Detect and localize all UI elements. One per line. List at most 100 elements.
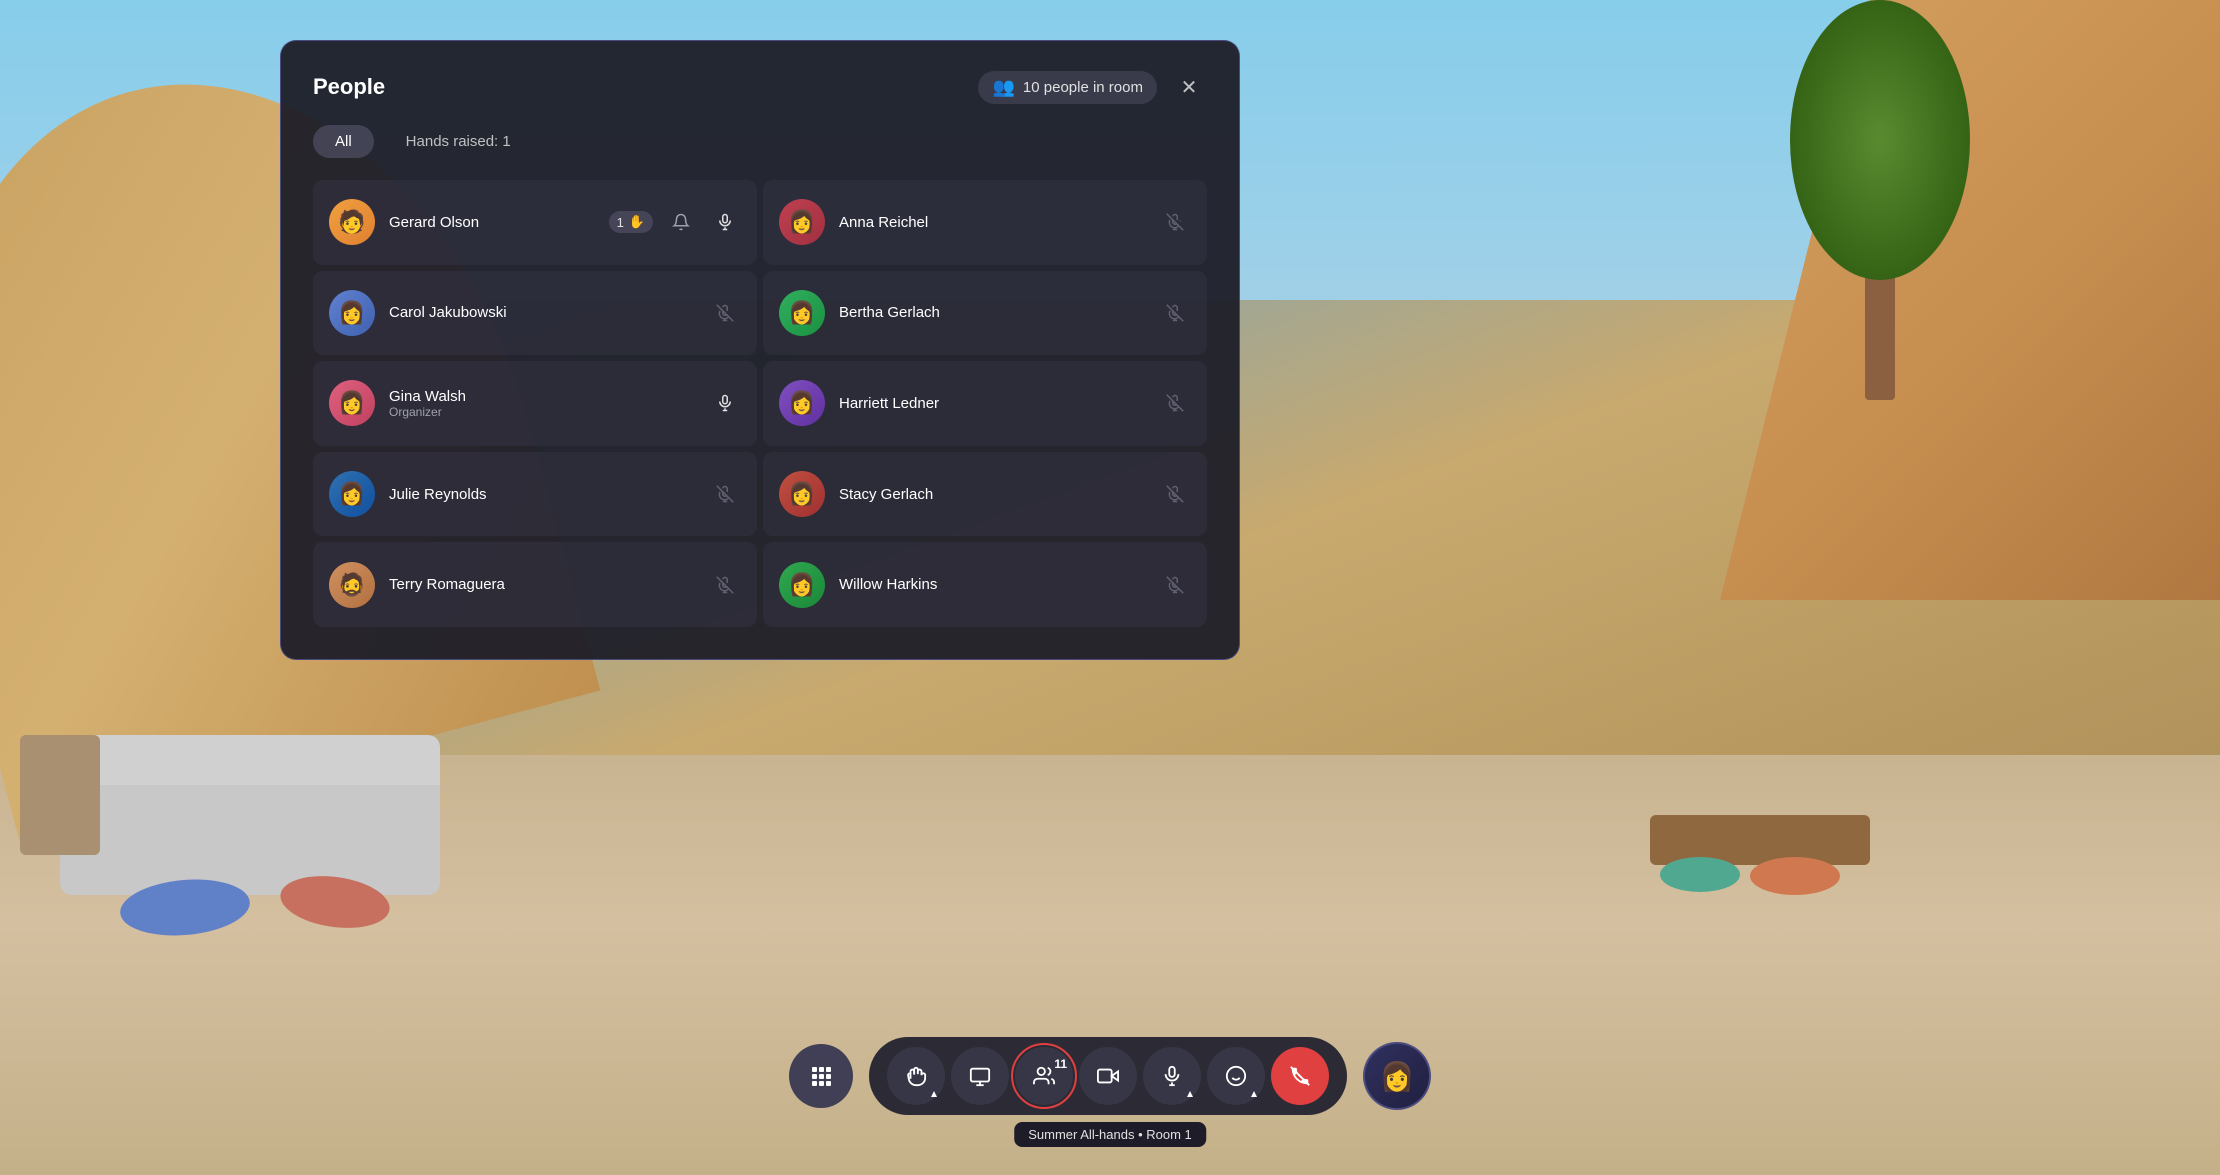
avatar-willow-face: 👩 xyxy=(788,572,815,598)
mic-icon-gerard xyxy=(709,206,741,238)
bg-tree xyxy=(1780,0,1980,400)
avatar-julie-face: 👩 xyxy=(338,481,365,507)
mic-icon-gina xyxy=(709,387,741,419)
person-name-harriett: Harriett Ledner xyxy=(839,395,1145,412)
camera-button[interactable] xyxy=(1079,1047,1137,1105)
person-actions-stacy xyxy=(1159,478,1191,510)
person-row-willow: 👩 Willow Harkins xyxy=(763,542,1207,627)
self-avatar[interactable]: 👩 xyxy=(1363,1042,1431,1110)
reactions-button[interactable] xyxy=(1207,1047,1265,1105)
person-name-anna: Anna Reichel xyxy=(839,214,1145,231)
person-info-julie: Julie Reynolds xyxy=(389,486,695,503)
avatar-terry-face: 🧔 xyxy=(338,572,365,598)
self-avatar-face: 👩 xyxy=(1380,1060,1415,1093)
bg-cushions-right xyxy=(1660,857,1840,895)
person-actions-gina xyxy=(709,387,741,419)
avatar-carol: 👩 xyxy=(329,290,375,336)
person-info-gerard: Gerard Olson xyxy=(389,214,595,231)
person-row-bertha: 👩 Bertha Gerlach xyxy=(763,271,1207,356)
person-actions-carol xyxy=(709,297,741,329)
person-row-harriett: 👩 Harriett Ledner xyxy=(763,361,1207,446)
person-row-stacy: 👩 Stacy Gerlach xyxy=(763,452,1207,537)
person-name-gina: Gina Walsh xyxy=(389,388,695,405)
person-actions-terry xyxy=(709,569,741,601)
avatar-anna-face: 👩 xyxy=(788,209,815,235)
people-count-badge: 👥 10 people in room xyxy=(978,71,1157,104)
panel-header: People 👥 10 people in room ✕ xyxy=(313,69,1207,105)
person-row-anna: 👩 Anna Reichel xyxy=(763,180,1207,265)
person-role-gina: Organizer xyxy=(389,405,695,419)
person-name-bertha: Bertha Gerlach xyxy=(839,304,1145,321)
person-info-willow: Willow Harkins xyxy=(839,576,1145,593)
mic-off-icon-terry xyxy=(709,569,741,601)
mic-off-icon-anna xyxy=(1159,206,1191,238)
avatar-carol-face: 👩 xyxy=(338,300,365,326)
people-grid: 🧑 Gerard Olson 1 ✋ xyxy=(313,180,1207,627)
person-actions-julie xyxy=(709,478,741,510)
avatar-stacy-face: 👩 xyxy=(788,481,815,507)
panel-header-right: 👥 10 people in room ✕ xyxy=(978,69,1207,105)
avatar-anna: 👩 xyxy=(779,199,825,245)
people-button[interactable]: 11 xyxy=(1015,1047,1073,1105)
hand-emoji-gerard: ✋ xyxy=(629,214,645,230)
person-row-carol: 👩 Carol Jakubowski xyxy=(313,271,757,356)
person-info-terry: Terry Romaguera xyxy=(389,576,695,593)
notify-icon-gerard xyxy=(665,206,697,238)
avatar-willow: 👩 xyxy=(779,562,825,608)
bg-sofa xyxy=(60,775,440,895)
person-name-julie: Julie Reynolds xyxy=(389,486,695,503)
avatar-gerard: 🧑 xyxy=(329,199,375,245)
content-button[interactable] xyxy=(951,1047,1009,1105)
people-count-text: 10 people in room xyxy=(1023,79,1143,96)
close-button[interactable]: ✕ xyxy=(1171,69,1207,105)
person-name-willow: Willow Harkins xyxy=(839,576,1145,593)
person-info-gina: Gina Walsh Organizer xyxy=(389,388,695,419)
toolbar-tooltip: Summer All-hands • Room 1 xyxy=(1014,1122,1206,1147)
person-actions-gerard: 1 ✋ xyxy=(609,206,741,238)
mic-off-icon-stacy xyxy=(1159,478,1191,510)
person-name-gerard: Gerard Olson xyxy=(389,214,595,231)
person-info-harriett: Harriett Ledner xyxy=(839,395,1145,412)
avatar-gina: 👩 xyxy=(329,380,375,426)
mic-off-icon-harriett xyxy=(1159,387,1191,419)
person-row-gerard: 🧑 Gerard Olson 1 ✋ xyxy=(313,180,757,265)
person-row-julie: 👩 Julie Reynolds xyxy=(313,452,757,537)
avatar-bertha-face: 👩 xyxy=(788,300,815,326)
mic-off-icon-bertha xyxy=(1159,297,1191,329)
filter-hands-raised-button[interactable]: Hands raised: 1 xyxy=(384,125,533,158)
apps-button[interactable] xyxy=(789,1044,853,1108)
person-name-stacy: Stacy Gerlach xyxy=(839,486,1145,503)
person-row-terry: 🧔 Terry Romaguera xyxy=(313,542,757,627)
end-call-button[interactable] xyxy=(1271,1047,1329,1105)
person-actions-harriett xyxy=(1159,387,1191,419)
toolbar-main: 11 xyxy=(869,1037,1347,1115)
person-actions-anna xyxy=(1159,206,1191,238)
panel-title: People xyxy=(313,74,385,100)
filter-all-button[interactable]: All xyxy=(313,125,374,158)
tooltip-text: Summer All-hands • Room 1 xyxy=(1028,1127,1192,1142)
avatar-julie: 👩 xyxy=(329,471,375,517)
people-count-badge-toolbar: 11 xyxy=(1054,1057,1067,1071)
mic-off-icon-willow xyxy=(1159,569,1191,601)
mic-off-icon-julie xyxy=(709,478,741,510)
avatar-bertha: 👩 xyxy=(779,290,825,336)
person-name-terry: Terry Romaguera xyxy=(389,576,695,593)
filters: All Hands raised: 1 xyxy=(313,125,1207,158)
person-actions-willow xyxy=(1159,569,1191,601)
raise-hand-button[interactable] xyxy=(887,1047,945,1105)
mic-off-icon-carol xyxy=(709,297,741,329)
person-name-carol: Carol Jakubowski xyxy=(389,304,695,321)
hand-badge-gerard: 1 ✋ xyxy=(609,211,653,233)
avatar-gerard-face: 🧑 xyxy=(338,209,365,235)
person-info-stacy: Stacy Gerlach xyxy=(839,486,1145,503)
person-info-carol: Carol Jakubowski xyxy=(389,304,695,321)
microphone-button[interactable] xyxy=(1143,1047,1201,1105)
bg-table xyxy=(20,735,100,855)
toolbar: 11 xyxy=(789,1037,1431,1115)
avatar-terry: 🧔 xyxy=(329,562,375,608)
person-info-bertha: Bertha Gerlach xyxy=(839,304,1145,321)
avatar-harriett-face: 👩 xyxy=(788,390,815,416)
person-actions-bertha xyxy=(1159,297,1191,329)
hand-count-gerard: 1 xyxy=(617,215,624,230)
avatar-gina-face: 👩 xyxy=(338,390,365,416)
